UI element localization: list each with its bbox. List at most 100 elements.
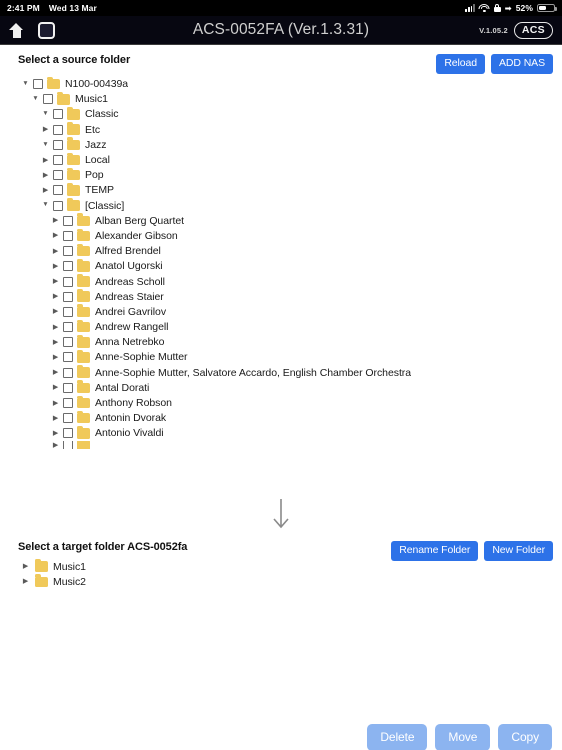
tree-row[interactable]: ▶ Antonio Vivaldi: [0, 426, 562, 441]
source-section-header: Select a source folder Reload ADD NAS: [0, 54, 562, 74]
chevron-right-icon[interactable]: ▶: [20, 578, 31, 585]
target-section-header: Select a target folder ACS-0052fa Rename…: [0, 541, 562, 561]
chevron-right-icon[interactable]: ▶: [50, 415, 61, 422]
move-button[interactable]: Move: [435, 724, 491, 750]
folder-checkbox[interactable]: [63, 246, 73, 257]
tree-row[interactable]: ▼ [Classic]: [0, 198, 562, 213]
folder-checkbox[interactable]: [63, 441, 73, 449]
folder-checkbox[interactable]: [63, 398, 73, 409]
folder-checkbox[interactable]: [63, 215, 73, 226]
folder-checkbox[interactable]: [63, 413, 73, 424]
folder-checkbox[interactable]: [43, 94, 53, 105]
tree-row[interactable]: ▶ Andrew Rangell: [0, 319, 562, 335]
tree-row[interactable]: ▶ Music1: [0, 559, 562, 574]
folder-checkbox[interactable]: [63, 291, 73, 302]
chevron-right-icon[interactable]: ▶: [50, 324, 61, 331]
chevron-down-icon[interactable]: ▼: [30, 96, 41, 103]
tree-row[interactable]: ▶ Anna Netrebko: [0, 334, 562, 350]
chevron-right-icon[interactable]: ▶: [40, 187, 51, 194]
tree-row[interactable]: ▶ Andreas Staier: [0, 289, 562, 304]
tree-row[interactable]: ▶ Anthony Robson: [0, 395, 562, 410]
folder-icon: [77, 395, 90, 409]
source-folder-tree[interactable]: ▼ N100-00439a ▼ Music1 ▼ Classic ▶ Etc ▼ Jazz ▶ Loc…: [0, 76, 562, 449]
chevron-right-icon[interactable]: ▶: [50, 232, 61, 239]
tree-row[interactable]: ▼ Classic: [0, 107, 562, 122]
battery-icon: [537, 3, 557, 13]
tree-row[interactable]: ▶ Pop: [0, 167, 562, 183]
tree-item-label: Alfred Brendel: [95, 245, 161, 258]
stop-square-icon[interactable]: [38, 21, 55, 39]
folder-icon: [67, 183, 80, 196]
folder-checkbox[interactable]: [53, 139, 63, 150]
tree-row[interactable]: ▶ Andrei Gavrilov: [0, 304, 562, 319]
folder-checkbox[interactable]: [63, 230, 73, 241]
tree-row[interactable]: ▶ Music2: [0, 574, 562, 589]
rename-folder-button[interactable]: Rename Folder: [391, 541, 479, 561]
home-icon[interactable]: [9, 22, 24, 38]
acs-badge[interactable]: ACS: [513, 21, 553, 39]
folder-checkbox[interactable]: [53, 170, 63, 181]
tree-row[interactable]: ▶ Anatol Ugorski: [0, 258, 562, 274]
chevron-right-icon[interactable]: ▶: [50, 278, 61, 285]
folder-checkbox[interactable]: [33, 79, 43, 90]
tree-row[interactable]: ▼ Jazz: [0, 137, 562, 152]
chevron-right-icon[interactable]: ▶: [50, 248, 61, 255]
reload-button[interactable]: Reload: [436, 54, 486, 74]
target-folder-tree[interactable]: ▶ Music1 ▶ Music2: [0, 559, 562, 589]
chevron-right-icon[interactable]: ▶: [20, 563, 31, 570]
lock-icon: [493, 4, 501, 12]
folder-checkbox[interactable]: [63, 306, 73, 317]
folder-icon: [77, 350, 90, 363]
tree-row[interactable]: ▶ TEMP: [0, 183, 562, 198]
tree-row[interactable]: ▼ N100-00439a: [0, 76, 562, 92]
chevron-right-icon[interactable]: ▶: [50, 308, 61, 315]
folder-icon: [77, 365, 90, 378]
add-nas-button[interactable]: ADD NAS: [491, 54, 553, 74]
tree-row-clipped[interactable]: ▶: [0, 441, 562, 449]
delete-button[interactable]: Delete: [367, 724, 428, 750]
tree-row[interactable]: ▶ Antal Dorati: [0, 380, 562, 395]
folder-checkbox[interactable]: [53, 124, 63, 135]
folder-checkbox[interactable]: [63, 276, 73, 287]
folder-checkbox[interactable]: [63, 382, 73, 393]
folder-checkbox[interactable]: [53, 155, 63, 166]
tree-row[interactable]: ▼ Music1: [0, 91, 562, 107]
chevron-right-icon[interactable]: ▶: [40, 172, 51, 179]
folder-checkbox[interactable]: [63, 352, 73, 363]
chevron-right-icon[interactable]: ▶: [50, 369, 61, 376]
tree-row[interactable]: ▶ Alban Berg Quartet: [0, 213, 562, 228]
folder-checkbox[interactable]: [63, 367, 73, 378]
chevron-right-icon[interactable]: ▶: [50, 293, 61, 300]
copy-button[interactable]: Copy: [498, 724, 552, 750]
folder-checkbox[interactable]: [53, 200, 63, 211]
folder-checkbox[interactable]: [53, 109, 63, 120]
chevron-right-icon[interactable]: ▶: [50, 400, 61, 407]
chevron-right-icon[interactable]: ▶: [50, 354, 61, 361]
chevron-down-icon[interactable]: ▼: [40, 141, 51, 149]
tree-row[interactable]: ▶ Anne-Sophie Mutter, Salvatore Accardo, …: [0, 365, 562, 380]
new-folder-button[interactable]: New Folder: [484, 541, 553, 561]
chevron-right-icon[interactable]: ▶: [50, 263, 61, 270]
folder-checkbox[interactable]: [63, 261, 73, 272]
folder-checkbox[interactable]: [63, 428, 73, 439]
tree-row[interactable]: ▶ Antonin Dvorak: [0, 410, 562, 426]
tree-row[interactable]: ▶ Alfred Brendel: [0, 243, 562, 259]
folder-checkbox[interactable]: [53, 185, 63, 196]
folder-checkbox[interactable]: [63, 337, 73, 348]
tree-row[interactable]: ▶ Anne-Sophie Mutter: [0, 350, 562, 365]
chevron-down-icon[interactable]: ▼: [20, 80, 31, 88]
chevron-right-icon[interactable]: ▶: [50, 339, 61, 346]
chevron-right-icon[interactable]: ▶: [50, 217, 61, 224]
chevron-right-icon[interactable]: ▶: [50, 430, 61, 437]
chevron-right-icon[interactable]: ▶: [40, 126, 51, 133]
tree-row[interactable]: ▶ Alexander Gibson: [0, 228, 562, 243]
chevron-down-icon[interactable]: ▼: [40, 111, 51, 118]
tree-row[interactable]: ▶ Etc: [0, 122, 562, 137]
tree-row[interactable]: ▶ Andreas Scholl: [0, 274, 562, 289]
chevron-right-icon[interactable]: ▶: [50, 384, 61, 391]
folder-checkbox[interactable]: [63, 322, 73, 333]
tree-row[interactable]: ▶ Local: [0, 152, 562, 167]
chevron-right-icon[interactable]: ▶: [40, 157, 51, 164]
chevron-down-icon[interactable]: ▼: [40, 202, 51, 209]
chevron-right-icon[interactable]: ▶: [50, 442, 61, 449]
